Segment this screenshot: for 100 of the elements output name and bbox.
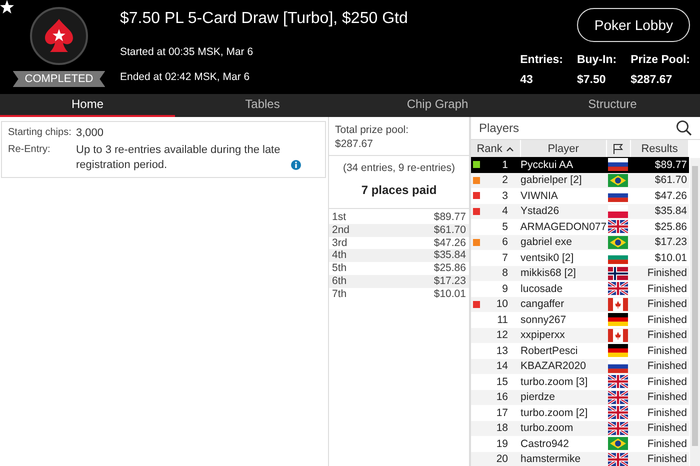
table-row[interactable]: 13 RobertPesci Finished	[471, 343, 689, 358]
places-paid: 7 places paid	[329, 174, 469, 209]
rank-cell-text: 10	[495, 298, 508, 310]
table-cell: $17.23	[434, 274, 466, 288]
table-row[interactable]: 19 Castro942 Finished	[471, 436, 689, 452]
rank-cell-text: 8	[501, 267, 508, 280]
player-name: xxpiperxx	[520, 329, 566, 342]
player-name: pierdze	[520, 391, 556, 404]
flag-icon	[608, 452, 628, 466]
player-name: gabriel exe	[520, 236, 573, 248]
flag-icon	[608, 220, 628, 234]
rank-cell-text: 11	[496, 314, 508, 326]
table-row[interactable]: 18 turbo.zoom Finished	[471, 420, 689, 436]
star-icon	[0, 0, 14, 14]
table-row[interactable]: 14 KBAZAR2020 Finished	[471, 358, 689, 374]
stat-value: 43	[520, 74, 534, 86]
result-cell-text: Finished	[646, 391, 688, 404]
table-cell: 2nd	[332, 224, 350, 237]
table-cell: 5th	[332, 262, 347, 275]
flag-icon	[608, 158, 628, 172]
table-row[interactable]: 10 cangaffer Finished	[471, 296, 689, 312]
tab[interactable]: Home	[0, 94, 175, 117]
rank-cell-text: 1	[501, 158, 508, 171]
scrollbar[interactable]	[690, 158, 700, 466]
result-cell-text: $89.77	[654, 158, 688, 171]
rank-cell-text: 18	[495, 422, 508, 434]
total-value: $287.67	[335, 137, 374, 151]
flag-icon	[608, 174, 628, 187]
panel-title: Players	[479, 121, 520, 135]
player-name: KBAZAR2020	[520, 360, 587, 372]
table-row[interactable]: 16 pierdze Finished	[471, 390, 689, 405]
rank-cell-text: 3	[501, 190, 508, 202]
result-cell-text: Finished	[646, 376, 688, 388]
table-cell: $89.77	[434, 211, 466, 224]
table-cell: $25.86	[434, 262, 466, 275]
flag-icon	[608, 204, 628, 218]
sort-caret-icon	[506, 146, 514, 152]
stat-value: $287.67	[630, 74, 674, 86]
flag-icon	[608, 375, 628, 388]
info-label: Re-Entry:	[8, 143, 52, 157]
table-row[interactable]: 7 ventsik0 [2] $10.01	[471, 250, 689, 266]
player-name: turbo.zoom [2]	[520, 406, 589, 419]
player-name: cangaffer	[520, 298, 566, 310]
result-cell-text: $25.86	[654, 220, 688, 233]
player-name: turbo.zoom	[520, 422, 574, 434]
stat-label: Entries:	[520, 54, 563, 66]
tournament-title: $7.50 PL 5-Card Draw [Turbo], $250 Gtd	[120, 10, 409, 28]
table-row[interactable]: 2 gabrielper [2] $61.70	[471, 172, 689, 188]
result-cell-text: Finished	[646, 282, 688, 295]
table-row[interactable]: 12 xxpiperxx Finished	[471, 328, 689, 343]
entries-note: (34 entries, 9 re-entries)	[342, 161, 456, 174]
rank-cell-text: 12	[495, 329, 508, 342]
result-cell-text: Finished	[646, 406, 688, 419]
rank-cell-text: 9	[501, 282, 508, 295]
flag-icon	[608, 313, 628, 326]
poker-lobby-button[interactable]: Poker Lobby	[577, 8, 690, 42]
flag-icon	[608, 360, 628, 373]
rank-cell-text: 20	[495, 453, 508, 466]
table-row[interactable]: 20 hamstermike Finished	[471, 452, 689, 466]
scrollbar-thumb[interactable]	[692, 166, 698, 446]
rank-cell-text: 15	[495, 376, 508, 388]
flag-icon	[608, 298, 628, 311]
info-value: Up to 3 re-entries available during the late registration period.	[76, 143, 282, 173]
table-row[interactable]: 4 Ystad26 $35.84	[471, 204, 689, 219]
rank-cell-text: 17	[495, 406, 508, 419]
flag-icon	[608, 422, 628, 435]
table-row[interactable]: 1 Pycckui AA $89.77	[471, 157, 689, 172]
result-cell-text: Finished	[646, 360, 688, 372]
status-ribbon: COMPLETED	[12, 71, 106, 87]
info-label: Starting chips:	[8, 126, 72, 140]
player-name: turbo.zoom [3]	[520, 376, 589, 388]
result-cell-text: Finished	[646, 267, 688, 280]
table-cell: $47.26	[434, 236, 466, 250]
flag-outline-icon	[612, 142, 624, 154]
result-cell-text: $35.84	[654, 205, 688, 218]
stat-value: $7.50	[576, 74, 607, 86]
flag-icon	[608, 406, 628, 420]
table-row[interactable]: 6 gabriel exe $17.23	[471, 234, 689, 250]
tab[interactable]: Tables	[175, 94, 350, 117]
rank-cell-text: 6	[501, 236, 508, 248]
table-row[interactable]: 8 mikkis68 [2] Finished	[471, 266, 689, 281]
table-cell: $35.84	[434, 249, 466, 262]
player-name: Ystad26	[520, 205, 560, 218]
player-name: Pycckui AA	[520, 158, 574, 171]
result-cell-text: Finished	[646, 422, 688, 434]
table-cell: 3rd	[332, 236, 348, 250]
result-cell-text: $17.23	[654, 236, 688, 248]
table-row[interactable]: 3 VIWNIA $47.26	[471, 188, 689, 204]
tab[interactable]: Chip Graph	[350, 94, 525, 117]
rank-cell-text: 19	[495, 438, 508, 450]
table-cell: 6th	[332, 274, 347, 288]
player-name: lucosade	[520, 282, 564, 295]
result-cell-text: Finished	[646, 438, 688, 450]
player-name: RobertPesci	[520, 344, 579, 357]
tab[interactable]: Structure	[525, 94, 700, 117]
table-cell: 4th	[332, 249, 347, 262]
result-cell-text: $61.70	[654, 174, 688, 186]
flag-icon	[608, 236, 628, 249]
flag-icon	[608, 282, 628, 296]
table-row[interactable]: 11 sonny267 Finished	[471, 312, 689, 328]
